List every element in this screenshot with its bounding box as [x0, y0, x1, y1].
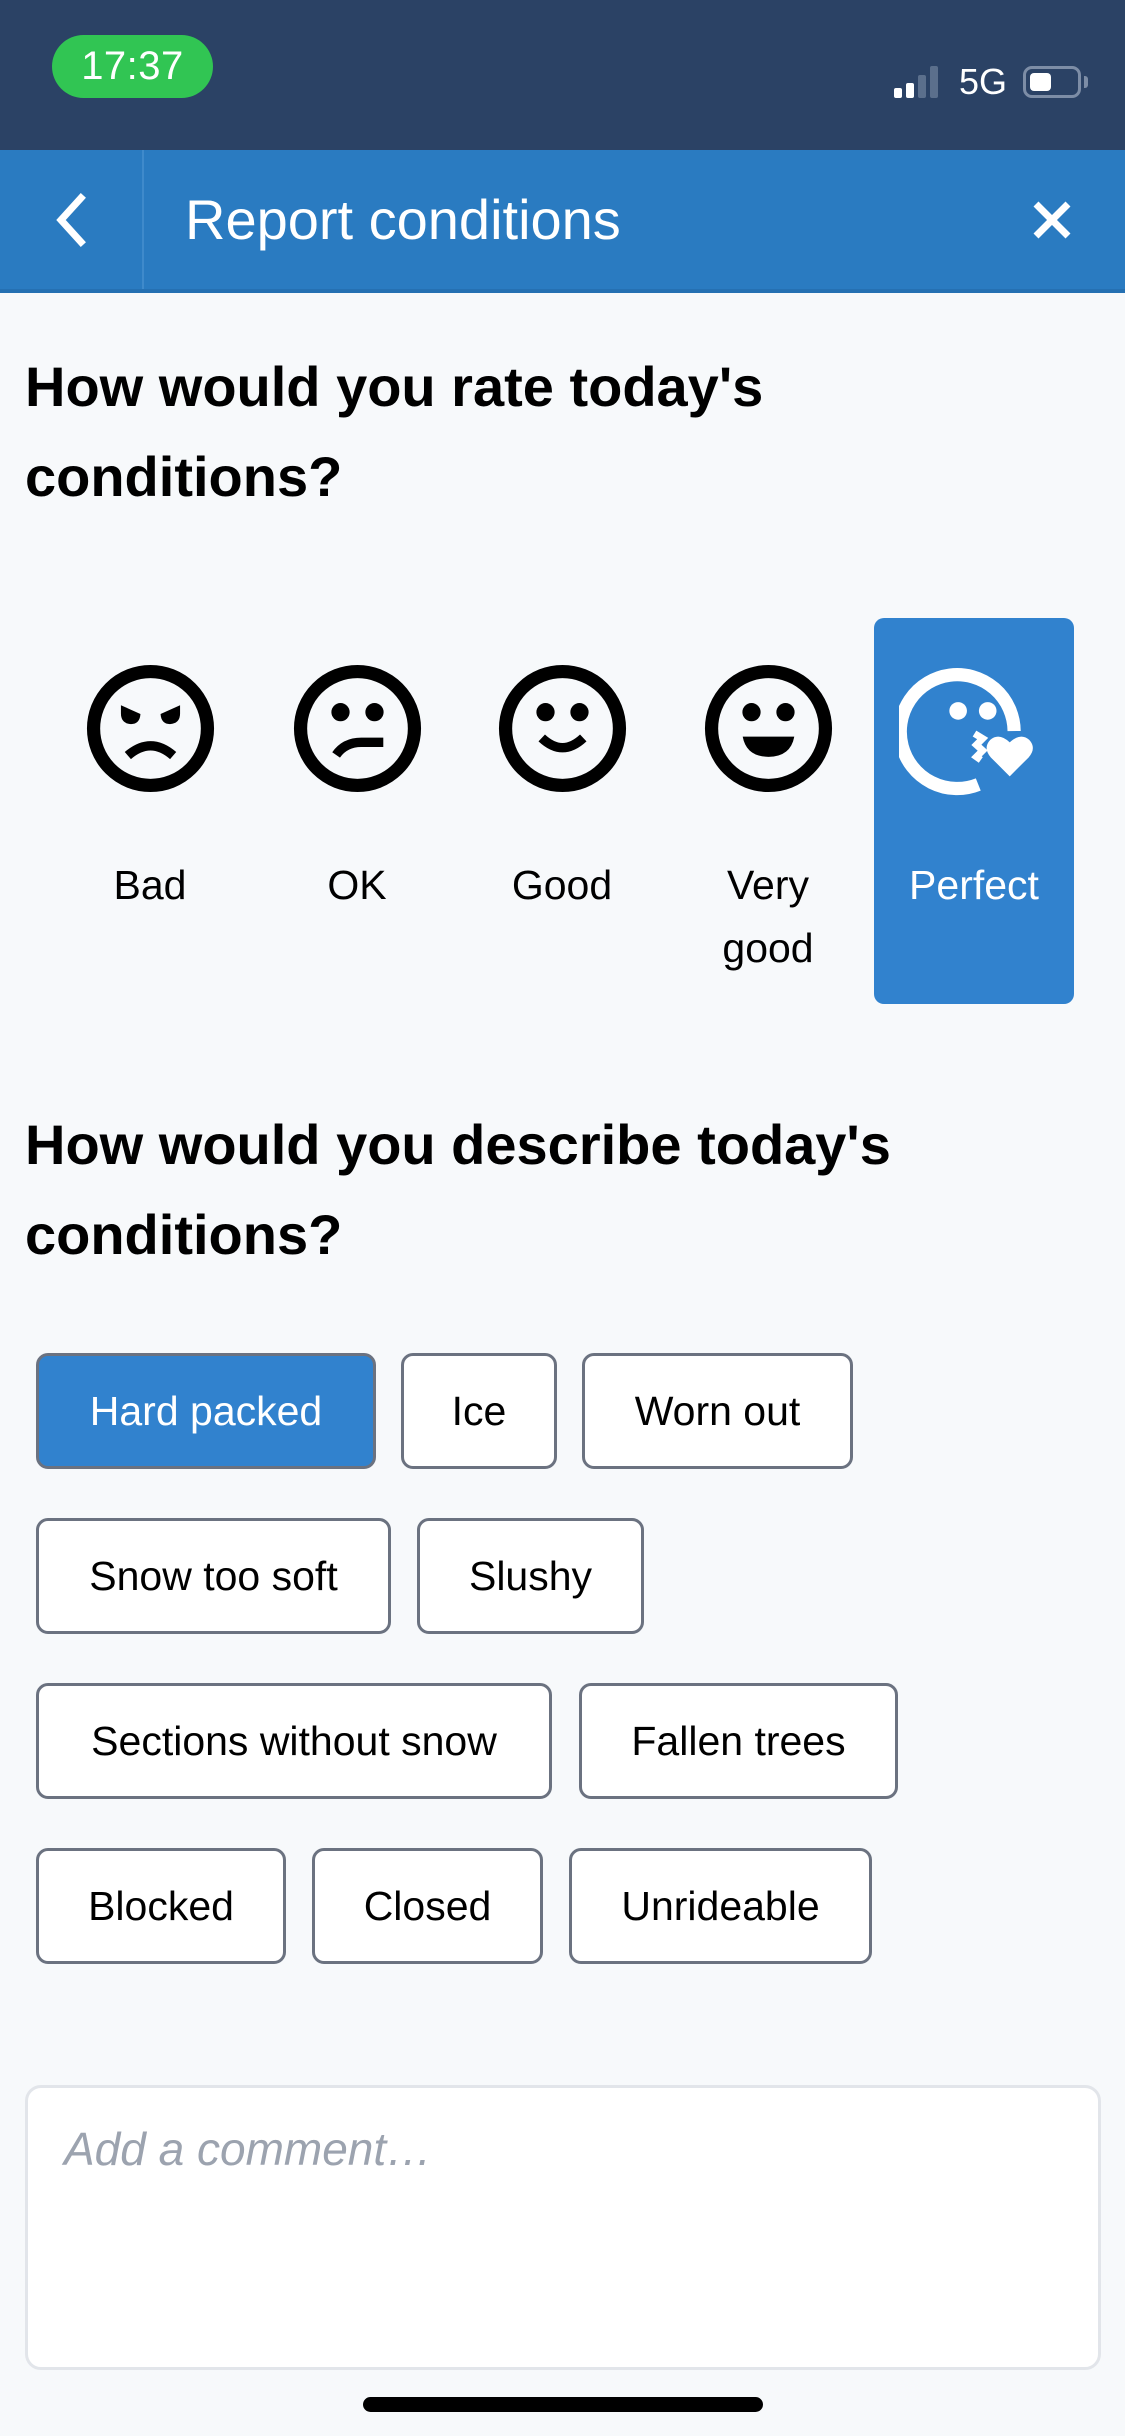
rating-option-perfect[interactable]: Perfect: [874, 618, 1074, 1004]
chip-blocked[interactable]: Blocked: [36, 1848, 286, 1964]
rating-option-very-good[interactable]: Very good: [668, 618, 868, 1004]
chip-hard-packed[interactable]: Hard packed: [36, 1353, 376, 1469]
rating-option-good[interactable]: Good: [462, 618, 662, 1004]
chip-closed[interactable]: Closed: [312, 1848, 543, 1964]
rating-question: How would you rate today's conditions?: [25, 355, 764, 508]
chip-snow-too-soft[interactable]: Snow too soft: [36, 1518, 391, 1634]
chip-worn-out[interactable]: Worn out: [582, 1353, 853, 1469]
status-time: 17:37: [52, 35, 213, 98]
rating-label: Good: [511, 862, 613, 908]
status-bar: 17:37 5G: [0, 0, 1125, 150]
rating-label: Bad: [113, 862, 187, 908]
rating-label: Perfect: [909, 862, 1039, 908]
neutral-face-icon: [293, 664, 422, 793]
battery-icon: [1023, 66, 1081, 98]
page-title: Report conditions: [185, 188, 621, 251]
rating-option-bad[interactable]: Bad: [50, 618, 250, 1004]
nav-header: Report conditions: [0, 150, 1125, 293]
rating-label: Very good: [722, 862, 814, 971]
close-button[interactable]: [1020, 188, 1084, 252]
rating-option-ok[interactable]: OK: [257, 618, 457, 1004]
comment-input[interactable]: [25, 2085, 1101, 2370]
angry-face-icon: [86, 664, 215, 793]
rating-options: Bad OK Good Very good Perfect: [0, 618, 1125, 1004]
kiss-heart-face-icon: [899, 668, 1033, 796]
chip-sections-without-snow[interactable]: Sections without snow: [36, 1683, 552, 1799]
chevron-left-icon: [56, 192, 86, 247]
close-icon: [1033, 201, 1071, 239]
network-label: 5G: [959, 61, 1008, 102]
rating-label: OK: [327, 862, 387, 908]
chip-unrideable[interactable]: Unrideable: [569, 1848, 872, 1964]
battery-level: [1030, 73, 1051, 91]
signal-icon: [894, 66, 940, 98]
chip-fallen-trees[interactable]: Fallen trees: [579, 1683, 898, 1799]
chip-slushy[interactable]: Slushy: [417, 1518, 644, 1634]
description-question: How would you describe today's condition…: [25, 1113, 891, 1266]
smile-face-icon: [498, 664, 627, 793]
home-indicator[interactable]: [363, 2397, 763, 2412]
back-button[interactable]: [0, 150, 144, 289]
chip-ice[interactable]: Ice: [401, 1353, 557, 1469]
battery-tip: [1084, 76, 1088, 88]
grin-face-icon: [704, 664, 833, 793]
